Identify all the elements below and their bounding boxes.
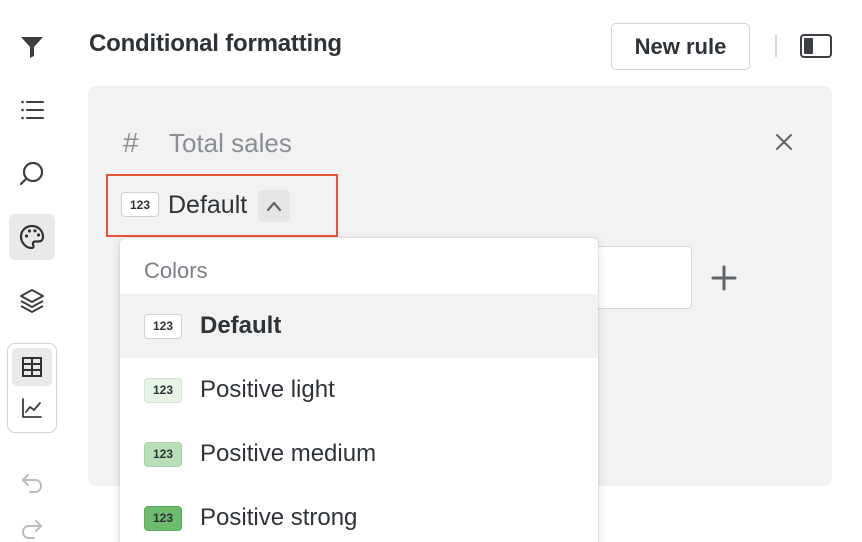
redo-icon [22,520,42,539]
page-title: Conditional formatting [89,30,342,57]
color-option-badge: 123 [144,377,182,403]
color-option-label: Positive medium [200,440,377,467]
color-option-label: Default [200,312,282,339]
new-rule-button[interactable]: New rule [611,23,750,70]
color-option-positive-medium[interactable]: 123 Positive medium [120,422,598,486]
color-option-label: Positive light [200,376,335,403]
close-icon [776,134,792,150]
color-option-badge: 123 [144,505,182,531]
line-chart-icon [22,398,42,418]
color-option-badge: 123 [144,441,182,467]
search-icon [19,161,44,186]
color-option-default[interactable]: 123 Default [120,294,598,358]
undo-icon [22,474,42,493]
color-option-positive-light[interactable]: 123 Positive light [120,358,598,422]
add-condition-button[interactable] [705,259,743,297]
field-name: Total sales [169,128,292,158]
redo-button[interactable] [9,506,55,542]
sidebar-toggle-button[interactable] [798,31,834,61]
dropdown-section-header: Colors [144,258,208,283]
color-style-dropdown: Colors 123 Default 123 Positive light 12… [120,238,598,542]
sidebar-panel-icon [800,34,832,58]
layers-button[interactable] [9,278,55,324]
undo-button[interactable] [9,460,55,506]
list-button[interactable] [9,87,55,133]
filter-icon [21,37,43,58]
palette-icon [19,224,45,250]
color-option-label: Positive strong [200,504,358,531]
color-preview-badge: 123 [121,192,159,217]
list-icon [21,100,44,120]
table-view-button[interactable] [12,348,52,386]
plus-icon [711,265,737,291]
left-rail [0,0,64,542]
color-style-value: Default [168,191,248,219]
filter-button[interactable] [9,24,55,70]
color-style-toggle[interactable] [258,190,290,222]
formatting-button[interactable] [9,214,55,260]
number-field-icon: # [123,127,139,158]
chart-view-button[interactable] [12,389,52,427]
table-icon [22,357,42,377]
search-button[interactable] [9,151,55,197]
header-divider [775,35,777,57]
remove-rule-button[interactable] [770,128,798,156]
color-option-badge: 123 [144,313,182,339]
chevron-up-icon [266,201,282,212]
layers-icon [20,289,44,313]
view-toggle-group [7,343,57,433]
color-option-positive-strong[interactable]: 123 Positive strong [120,486,598,542]
